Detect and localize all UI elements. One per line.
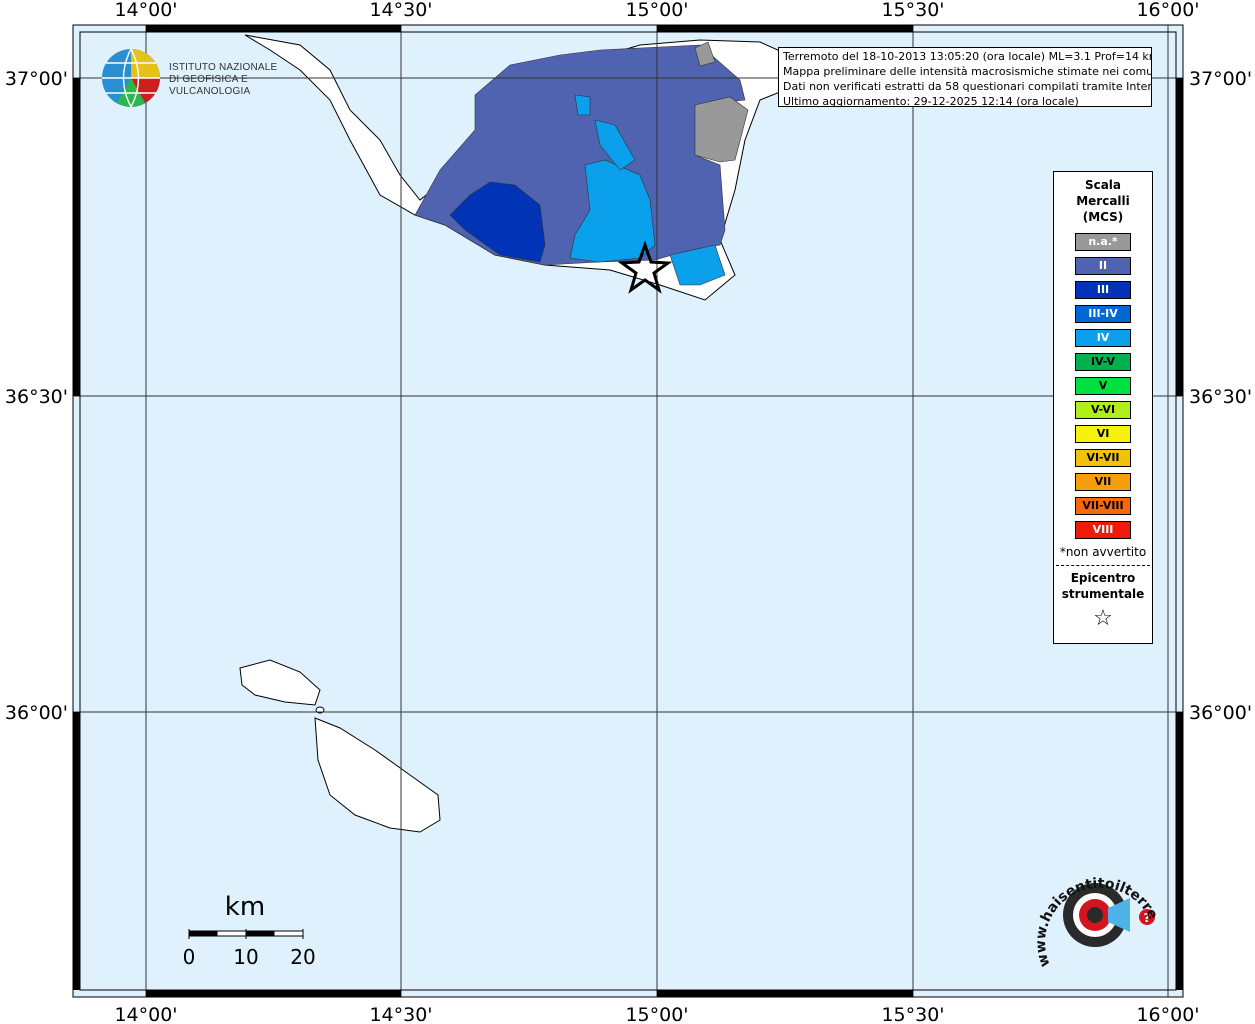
legend-item: II <box>1075 257 1131 275</box>
legend-item: VI-VII <box>1075 449 1131 467</box>
legend-separator <box>1056 565 1150 566</box>
ingv-name-line2: DI GEOFISICA E VULCANOLOGIA <box>169 74 251 97</box>
hsit-logo[interactable]: ? www.haisentitoilterremoto.it <box>1023 848 1170 980</box>
scale-tick-label: 20 <box>290 945 315 965</box>
legend-epicentre-line: strumentale <box>1061 587 1145 601</box>
scale-tick-label: 10 <box>233 945 258 965</box>
ingv-globe-icon <box>102 48 160 108</box>
legend-item: V-VI <box>1075 401 1131 419</box>
event-info-box: Terremoto del 18-10-2013 13:05:20 (ora l… <box>778 47 1152 107</box>
ingv-name-line1: ISTITUTO NAZIONALE <box>169 62 278 73</box>
scale-unit: km <box>225 892 265 922</box>
event-info-line: Mappa preliminare delle intensità macros… <box>783 65 1152 78</box>
legend-item: VII <box>1075 473 1131 491</box>
legend-item: IV-V <box>1075 353 1131 371</box>
bottom-lon-label: 14°30' <box>369 1004 432 1024</box>
legend-title-line: Scala <box>1084 178 1122 192</box>
legend-item: III-IV <box>1075 305 1131 323</box>
scale-bar-segment <box>246 931 275 936</box>
top-lon-label: 14°30' <box>369 0 432 21</box>
bottom-lon-label: 14°00' <box>114 1004 177 1024</box>
legend-item: III <box>1075 281 1131 299</box>
scale-bar-segment <box>189 931 218 936</box>
event-info-line: Terremoto del 18-10-2013 13:05:20 (ora l… <box>783 50 1152 63</box>
legend-title-line: Mercalli <box>1076 194 1130 208</box>
right-lat-label: 36°30' <box>1189 386 1252 408</box>
legend-item: VIII <box>1075 521 1131 539</box>
top-lon-label: 15°00' <box>625 0 688 21</box>
event-info-line: Dati non verificati estratti da 58 quest… <box>783 80 1152 93</box>
right-lat-label: 37°00' <box>1189 68 1252 90</box>
zone-intensity-IV-d[interactable] <box>574 94 591 116</box>
legend-item: V <box>1075 377 1131 395</box>
left-lat-label: 36°30' <box>5 386 68 408</box>
mcs-legend: Scala Mercalli (MCS) n.a.* II III III-IV IV I… <box>1053 171 1153 644</box>
scale-tick-label: 0 <box>183 945 196 965</box>
legend-items: n.a.* II III III-IV IV IV-V V V-VI VI VI-VII VII VI… <box>1054 233 1152 539</box>
bottom-lon-labels: 14°00' 14°30' 15°00' 15°30' 16°00' <box>114 1004 1199 1024</box>
top-lon-label: 14°00' <box>114 0 177 21</box>
legend-title-line: (MCS) <box>1082 210 1124 224</box>
event-info-line: Ultimo aggiornamento: 29-12-2025 12:14 (… <box>783 95 1079 107</box>
legend-title: Scala Mercalli (MCS) <box>1054 177 1152 225</box>
left-lat-label: 37°00' <box>5 68 68 90</box>
bottom-lon-label: 15°30' <box>881 1004 944 1024</box>
left-lat-label: 36°00' <box>5 702 68 724</box>
star-icon: ☆ <box>1093 606 1113 631</box>
legend-item: VI <box>1075 425 1131 443</box>
ingv-logo: ISTITUTO NAZIONALE DI GEOFISICA E VULCAN… <box>101 48 321 108</box>
legend-item: VII-VIII <box>1075 497 1131 515</box>
right-lat-label: 36°00' <box>1189 702 1252 724</box>
top-lon-labels: 14°00' 14°30' 15°00' 15°30' 16°00' <box>114 0 1199 21</box>
bottom-lon-label: 15°00' <box>625 1004 688 1024</box>
legend-note: *non avvertito <box>1059 545 1147 559</box>
left-lat-labels: 37°00' 36°30' 36°00' <box>5 68 68 724</box>
legend-epicentre-label: Epicentro strumentale <box>1054 570 1152 602</box>
top-lon-label: 16°00' <box>1136 0 1199 21</box>
right-lat-labels: 37°00' 36°30' 36°00' <box>1189 68 1252 724</box>
legend-epicentre-line: Epicentro <box>1070 571 1136 585</box>
legend-item: n.a.* <box>1075 233 1131 251</box>
legend-item: IV <box>1075 329 1131 347</box>
bottom-lon-label: 16°00' <box>1136 1004 1199 1024</box>
ingv-name: ISTITUTO NAZIONALE DI GEOFISICA E VULCAN… <box>169 62 321 98</box>
scale-bar: km 0 10 20 <box>175 885 325 969</box>
top-lon-label: 15°30' <box>881 0 944 21</box>
